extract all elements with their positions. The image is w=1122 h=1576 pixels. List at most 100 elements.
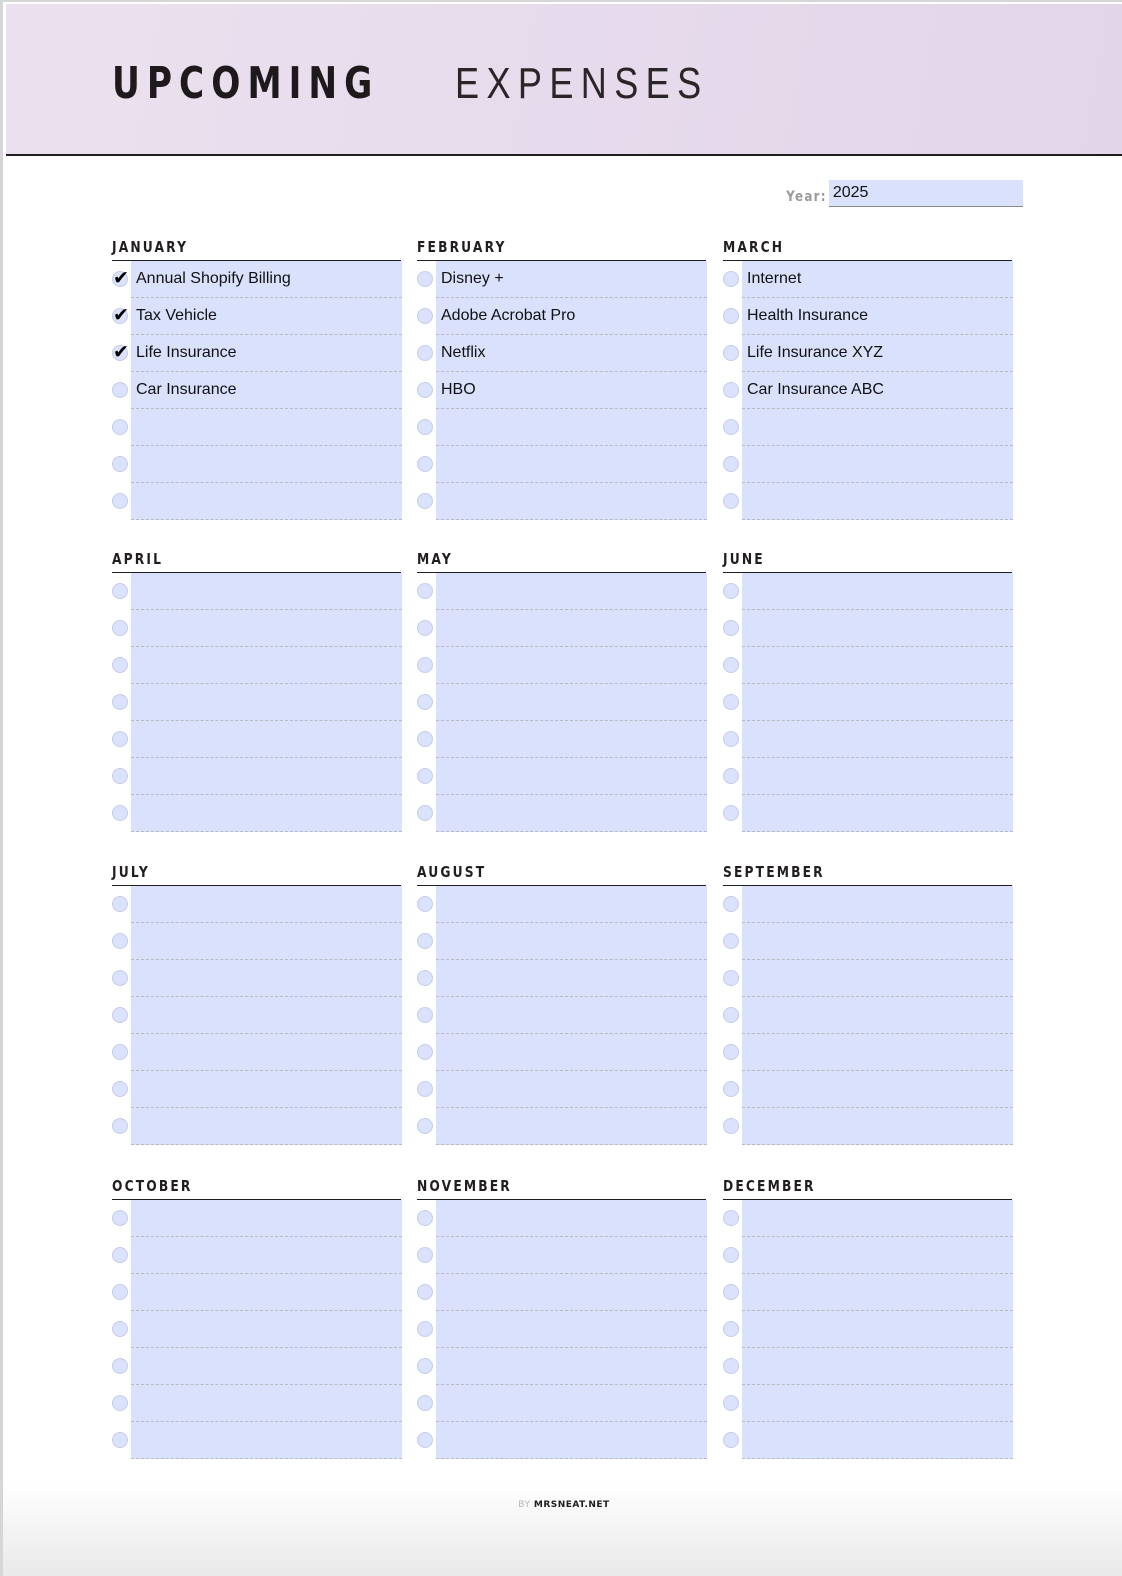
expense-checkbox[interactable] [417,456,433,472]
expense-input[interactable]: Internet [742,261,1013,298]
expense-checkbox[interactable] [112,456,128,472]
expense-checkbox[interactable] [112,731,128,747]
expense-checkbox[interactable] [112,768,128,784]
expense-input[interactable] [436,997,707,1034]
expense-input[interactable] [436,721,707,758]
expense-input[interactable] [436,647,707,684]
expense-checkbox[interactable] [723,1247,739,1263]
expense-checkbox[interactable] [112,1395,128,1411]
expense-checkbox[interactable] [723,1321,739,1337]
expense-input[interactable] [436,1422,707,1459]
expense-checkbox[interactable] [723,308,739,324]
expense-checkbox[interactable] [723,583,739,599]
expense-input[interactable] [742,483,1013,520]
expense-input[interactable] [131,684,402,721]
expense-checkbox[interactable] [112,1044,128,1060]
expense-input[interactable]: Health Insurance [742,298,1013,335]
expense-input[interactable] [131,573,402,610]
expense-checkbox[interactable] [417,583,433,599]
year-input[interactable] [828,180,1023,207]
expense-input[interactable] [742,997,1013,1034]
expense-checkbox[interactable] [417,345,433,361]
expense-input[interactable] [131,1348,402,1385]
expense-checkbox[interactable] [112,657,128,673]
expense-input[interactable] [742,1311,1013,1348]
expense-checkbox[interactable]: ✔ [112,304,129,326]
expense-input[interactable] [131,1422,402,1459]
expense-input[interactable] [436,1071,707,1108]
expense-checkbox[interactable] [112,1007,128,1023]
expense-checkbox[interactable] [417,271,433,287]
expense-checkbox[interactable] [417,1081,433,1097]
expense-checkbox[interactable] [417,933,433,949]
expense-input[interactable]: Adobe Acrobat Pro [436,298,707,335]
expense-input[interactable] [436,1200,707,1237]
expense-input[interactable] [131,446,402,483]
expense-checkbox[interactable] [417,970,433,986]
expense-input[interactable]: Tax Vehicle [131,298,402,335]
expense-input[interactable] [131,1108,402,1145]
expense-input[interactable] [742,573,1013,610]
expense-checkbox[interactable] [417,1210,433,1226]
expense-input[interactable] [436,483,707,520]
expense-checkbox[interactable] [723,731,739,747]
expense-input[interactable] [742,610,1013,647]
expense-checkbox[interactable] [112,382,128,398]
expense-input[interactable] [742,1237,1013,1274]
expense-checkbox[interactable] [723,970,739,986]
expense-input[interactable] [436,446,707,483]
expense-checkbox[interactable] [723,620,739,636]
expense-input[interactable] [742,1274,1013,1311]
expense-input[interactable] [131,1200,402,1237]
expense-checkbox[interactable] [723,271,739,287]
expense-checkbox[interactable] [417,1432,433,1448]
expense-input[interactable] [436,610,707,647]
expense-checkbox[interactable] [723,456,739,472]
expense-checkbox[interactable] [723,694,739,710]
expense-checkbox[interactable] [417,1044,433,1060]
expense-checkbox[interactable] [417,382,433,398]
expense-input[interactable]: Car Insurance [131,372,402,409]
expense-input[interactable] [131,1034,402,1071]
expense-checkbox[interactable] [112,1081,128,1097]
expense-checkbox[interactable]: ✔ [112,341,129,363]
expense-input[interactable] [742,1071,1013,1108]
expense-input[interactable]: Disney + [436,261,707,298]
expense-checkbox[interactable] [112,970,128,986]
expense-checkbox[interactable] [417,768,433,784]
expense-input[interactable] [131,795,402,832]
expense-checkbox[interactable] [112,493,128,509]
expense-checkbox[interactable] [417,896,433,912]
expense-checkbox[interactable] [112,1358,128,1374]
expense-input[interactable] [436,1348,707,1385]
expense-checkbox[interactable] [417,1358,433,1374]
expense-checkbox[interactable] [417,1247,433,1263]
expense-checkbox[interactable] [417,1118,433,1134]
expense-checkbox[interactable] [723,1044,739,1060]
expense-input[interactable] [436,1311,707,1348]
expense-checkbox[interactable] [112,1284,128,1300]
expense-input[interactable]: Car Insurance ABC [742,372,1013,409]
expense-input[interactable] [742,1422,1013,1459]
expense-input[interactable] [436,1034,707,1071]
expense-input[interactable] [742,446,1013,483]
expense-checkbox[interactable]: ✔ [112,267,129,289]
expense-checkbox[interactable] [112,419,128,435]
expense-checkbox[interactable] [112,896,128,912]
expense-input[interactable] [131,997,402,1034]
expense-input[interactable] [436,1108,707,1145]
expense-checkbox[interactable] [112,1432,128,1448]
expense-checkbox[interactable] [723,768,739,784]
expense-input[interactable] [131,721,402,758]
expense-checkbox[interactable] [417,308,433,324]
expense-checkbox[interactable] [417,731,433,747]
expense-checkbox[interactable] [723,1007,739,1023]
expense-checkbox[interactable] [112,620,128,636]
expense-input[interactable] [742,960,1013,997]
expense-input[interactable] [436,1237,707,1274]
expense-checkbox[interactable] [417,1395,433,1411]
expense-input[interactable] [436,758,707,795]
expense-input[interactable] [131,610,402,647]
expense-checkbox[interactable] [723,382,739,398]
expense-input[interactable] [131,409,402,446]
